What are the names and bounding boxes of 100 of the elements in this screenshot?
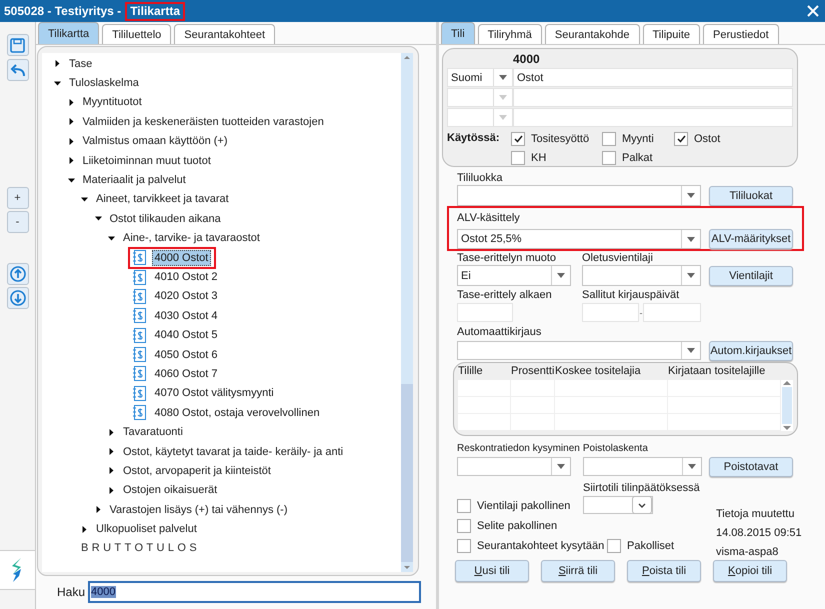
collapsed-arrow-icon[interactable] [68,157,74,164]
collapsed-arrow-icon[interactable] [108,467,115,474]
tab[interactable]: Seurantakohde [544,24,640,44]
depreciation-methods-button[interactable]: Poistotavat [709,456,793,476]
tree-item[interactable]: 4040 Ostot 5 [152,327,220,344]
name-field[interactable] [513,108,793,127]
vat-settings-button[interactable]: ALV-määritykset [709,229,793,249]
auto-postings-button[interactable]: Autom.kirjaukset [709,340,793,360]
tab[interactable]: Tililuettelo [102,24,172,44]
tree-item[interactable]: Myyntituotot [82,96,142,108]
ledger-icon [132,308,146,324]
caret-icon[interactable] [557,464,565,469]
tree-item[interactable]: Aine-, tarvike- ja tavaraostot [123,232,260,244]
checkbox[interactable] [607,539,621,553]
expanded-arrow-icon[interactable] [94,215,102,222]
date-field[interactable] [582,303,639,322]
caret-icon[interactable] [687,348,695,353]
name-field[interactable]: Ostot [513,68,793,87]
tree-item[interactable]: Valmistus omaan käyttöön (+) [82,135,228,148]
move-up-button[interactable] [6,263,28,285]
tab[interactable]: Tilipuite [642,24,700,44]
tree-item[interactable]: Tavaratuonti [123,426,183,438]
collapsed-arrow-icon[interactable] [94,506,102,514]
undo-button[interactable] [6,59,28,81]
name-field[interactable] [513,88,793,107]
expanded-arrow-icon[interactable] [68,176,74,184]
search-field[interactable]: 4000 [88,581,422,603]
save-button[interactable] [6,34,28,56]
dropdown[interactable]: Ei [457,265,571,286]
tree-item[interactable]: Valmiiden ja keskeneräisten tuotteiden varastojen [82,116,324,128]
column-header: Kirjataan tositelajille [668,364,766,379]
move-down-button[interactable] [6,287,28,309]
scroll-up-icon[interactable] [783,380,791,385]
checkbox[interactable] [511,132,525,146]
tree-item[interactable]: Materiaalit ja palvelut [82,174,186,186]
tab[interactable]: Tiliryhmä [478,24,542,44]
tree-item[interactable]: Ostot tilikauden aikana [110,212,221,225]
collapsed-arrow-icon[interactable] [108,428,115,436]
tree-item[interactable]: 4070 Ostot välitysmyynti [152,385,277,402]
tree-item[interactable]: 4080 Ostot, ostaja verovelvollinen [152,404,323,421]
caret-icon[interactable] [687,236,695,242]
tree-item[interactable]: Varastojen lisäys (+) tai vähennys (-) [110,504,288,516]
scroll-down-icon[interactable] [783,426,791,431]
tree-item[interactable]: 4050 Ostot 6 [152,346,220,363]
collapsed-arrow-icon[interactable] [68,98,74,106]
collapsed-arrow-icon[interactable] [108,486,115,494]
action-button[interactable]: Poista tili [627,560,701,582]
collapsed-arrow-icon[interactable] [54,60,61,68]
tree-item[interactable]: Liiketoiminnan muut tuotot [82,154,211,167]
tree-item[interactable]: Tuloslaskelma [69,77,139,90]
entry-types-button[interactable]: Vientilajit [709,266,793,286]
dropdown[interactable]: Ostot 25,5% [457,229,701,249]
account-classes-button[interactable]: Tililuokat [709,186,793,206]
collapsed-arrow-icon[interactable] [108,448,115,455]
tree-item[interactable]: 4010 Ostot 2 [152,269,220,285]
collapsed-arrow-icon[interactable] [68,118,74,126]
tree-item[interactable]: Ostot, arvopaperit ja kiinteistöt [123,464,271,477]
checkbox[interactable] [674,132,688,146]
caret-icon[interactable] [687,273,695,278]
checkbox[interactable] [602,132,616,146]
caret-icon[interactable] [688,464,696,469]
collapse-button[interactable]: - [6,211,28,233]
caret-icon[interactable] [499,75,507,80]
checkbox[interactable] [457,539,471,553]
expanded-arrow-icon[interactable] [108,234,115,242]
language-dropdown[interactable]: Suomi [447,68,513,87]
tree-item[interactable]: Tase [69,58,92,70]
tree-item[interactable]: Ulkopuoliset palvelut [96,523,197,536]
caret-icon[interactable] [557,273,565,278]
date-field[interactable] [457,303,513,322]
collapsed-arrow-icon[interactable] [81,526,88,533]
scrollbar[interactable] [401,53,413,572]
tree-item[interactable]: 4000 Ostot [152,250,212,266]
expand-button[interactable]: + [6,187,28,209]
tree-item[interactable]: 4060 Ostot 7 [152,366,220,382]
tab[interactable]: Tili [441,22,475,44]
expanded-arrow-icon[interactable] [81,196,88,203]
table-cell[interactable] [458,414,510,430]
collapsed-arrow-icon[interactable] [68,138,74,145]
close-icon[interactable] [807,5,819,17]
tab[interactable]: Perustiedot [703,24,779,44]
checkbox[interactable] [457,499,471,513]
tree-item[interactable]: Aineet, tarvikkeet ja tavarat [96,193,229,206]
action-button[interactable]: Kopioi tili [713,560,787,582]
tab[interactable]: Seurantakohteet [174,24,276,44]
checkbox[interactable] [511,150,525,164]
caret-icon[interactable] [687,193,695,198]
checkbox[interactable] [457,519,471,533]
tree-item[interactable]: 4020 Ostot 3 [152,288,220,304]
checkbox[interactable] [602,150,616,164]
expanded-arrow-icon[interactable] [54,80,61,87]
tree-item[interactable]: 4030 Ostot 4 [152,308,220,324]
tab[interactable]: Tilikartta [38,22,100,44]
action-button[interactable]: Siirrä tili [541,560,615,582]
scrollbar[interactable] [781,380,793,431]
tree-item[interactable]: Ostojen oikaisuerät [123,484,218,496]
chevron-icon[interactable] [638,502,646,508]
tree-item[interactable]: Ostot, käytetyt tavarat ja taide- keräily- ja anti [123,446,344,458]
action-button[interactable]: Uusi tili [455,560,529,582]
date-field[interactable] [643,303,701,322]
